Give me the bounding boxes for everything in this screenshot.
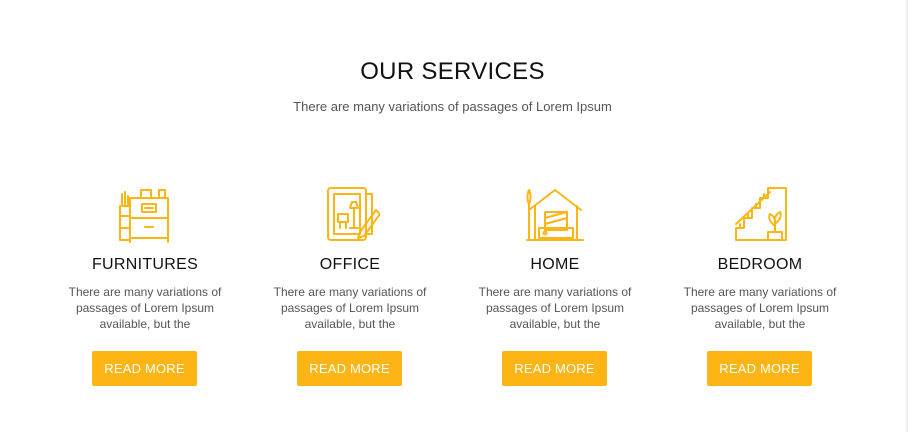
section-subtitle: There are many variations of passages of… — [293, 99, 612, 114]
read-more-button-office[interactable]: READ MORE — [297, 351, 402, 386]
service-title: OFFICE — [319, 256, 381, 273]
services-section: OUR SERVICES There are many variations o… — [0, 0, 908, 432]
service-description: There are many variations of passages of… — [478, 285, 632, 331]
service-card-furnitures: FURNITURES There are many variations of … — [50, 184, 240, 332]
read-more-button-home[interactable]: READ MORE — [502, 351, 607, 386]
service-description: There are many variations of passages of… — [68, 285, 222, 331]
home-house-icon — [526, 189, 584, 241]
read-more-button-bedroom[interactable]: READ MORE — [707, 351, 812, 386]
read-more-button-furnitures[interactable]: READ MORE — [92, 351, 197, 386]
service-card-home: HOME There are many variations of passag… — [460, 184, 650, 332]
office-blueprint-icon — [327, 187, 380, 241]
bedroom-stairs-plant-icon — [735, 187, 787, 241]
service-description: There are many variations of passages of… — [683, 285, 837, 331]
service-description: There are many variations of passages of… — [273, 285, 427, 331]
service-title: BEDROOM — [717, 256, 803, 273]
furniture-cabinet-icon — [119, 189, 169, 243]
service-title: FURNITURES — [91, 256, 199, 273]
service-card-office: OFFICE There are many variations of pass… — [255, 184, 445, 332]
section-title: OUR SERVICES — [360, 58, 545, 85]
service-card-bedroom: BEDROOM There are many variations of pas… — [665, 184, 855, 332]
service-title: HOME — [530, 256, 580, 273]
